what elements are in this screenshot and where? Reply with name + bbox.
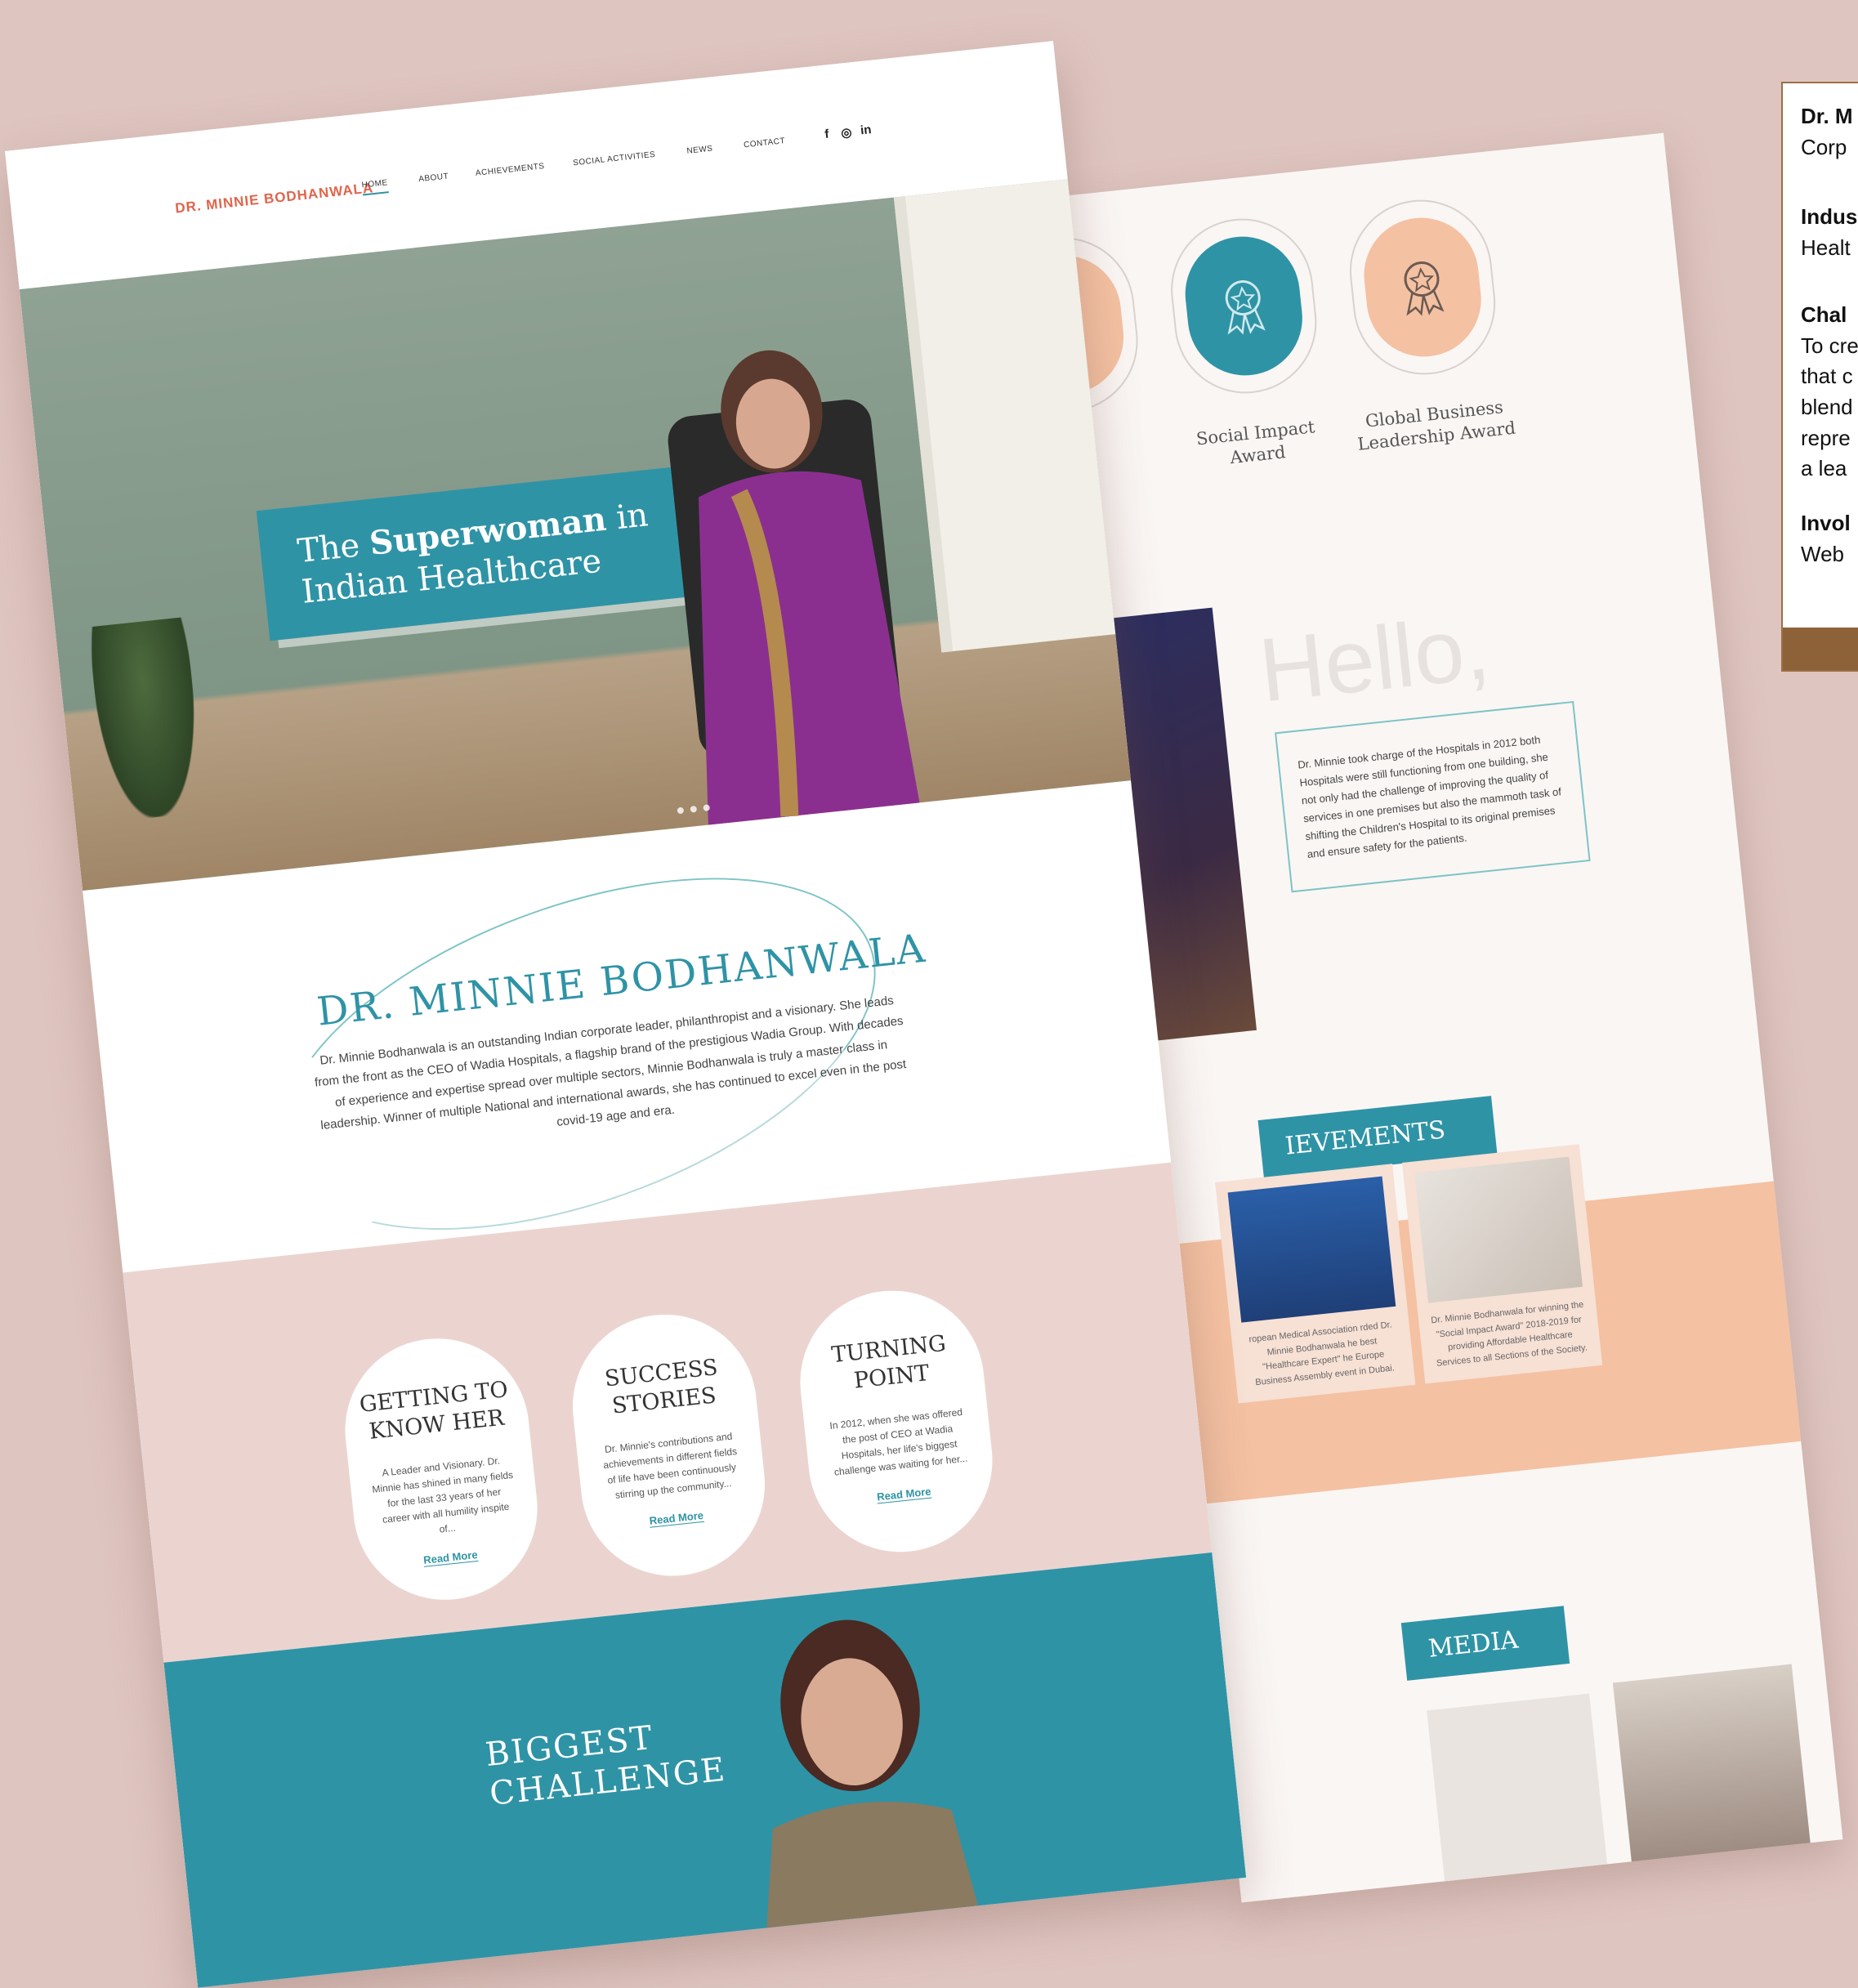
hero-title-text: The [295, 525, 372, 571]
facebook-icon[interactable]: f [824, 127, 829, 141]
info-challenge-line: that c [1801, 364, 1853, 389]
linkedin-icon[interactable]: in [860, 123, 872, 137]
nav-contact[interactable]: CONTACT [744, 136, 786, 150]
info-challenge-line: blend [1801, 395, 1853, 420]
info-involvement: Invol Web [1801, 508, 1851, 570]
award-ribbon-icon [1404, 261, 1445, 316]
info-challenge-label: Chal [1801, 302, 1847, 327]
media-photo[interactable] [1427, 1693, 1609, 1890]
card-text: Dr. Minnie's contributions and achieveme… [602, 1430, 738, 1501]
info-client: Dr. M Corp [1801, 101, 1853, 163]
card-title: SUCCESS STORIES [603, 1355, 719, 1419]
media-heading: MEDIA [1400, 1606, 1570, 1681]
info-challenge-line: a lea [1801, 456, 1847, 481]
forbes-cover-image [1227, 1176, 1396, 1323]
card-title: TURNING POINT [830, 1330, 948, 1394]
portrait-photo [668, 350, 920, 825]
info-challenge: Chal To cre that c blend repre a lea [1801, 300, 1858, 485]
read-more-link[interactable]: Read More [649, 1509, 704, 1528]
award-badge-social-impact [1163, 211, 1324, 401]
nav-about[interactable]: ABOUT [418, 172, 449, 184]
card-text: In 2012, when she was offered the post o… [829, 1405, 968, 1478]
achievement-card[interactable]: Dr. Minnie Bodhanwala for winning the "S… [1401, 1144, 1603, 1384]
nav-news[interactable]: NEWS [686, 144, 713, 155]
info-card-footer-bar [1783, 628, 1858, 670]
media-photo[interactable] [1612, 1664, 1811, 1870]
info-involvement-label: Invol [1801, 511, 1851, 535]
hello-heading: Hello, [1254, 596, 1494, 721]
read-more-link[interactable]: Read More [422, 1548, 479, 1568]
site-logo[interactable]: DR. MINNIE BODHANWALA [174, 180, 374, 217]
project-info-card: Dr. M Corp Indus Healt Chal To cre that … [1781, 82, 1858, 672]
award-ribbon-icon [1225, 280, 1266, 335]
info-challenge-line: repre [1801, 425, 1851, 450]
nav-home[interactable]: HOME [361, 178, 389, 196]
info-involvement-value: Web [1801, 541, 1844, 566]
front-page-mockup: DR. MINNIE BODHANWALA HOME ABOUT ACHIEVE… [5, 41, 1247, 1988]
info-industry: Indus Healt [1801, 202, 1857, 263]
award-label: Global Business Leadership Award [1356, 397, 1517, 455]
portrait-photo [766, 1619, 978, 1928]
info-client-role: Corp [1801, 134, 1847, 159]
read-more-link[interactable]: Read More [876, 1485, 932, 1504]
magazine-spread-image [1414, 1156, 1583, 1303]
info-industry-label: Indus [1801, 204, 1858, 229]
nav-achievements[interactable]: ACHIEVEMENTS [475, 162, 545, 178]
card-text: A Leader and Visionary. Dr. Minnie has s… [371, 1454, 514, 1535]
hello-text-box: Dr. Minnie took charge of the Hospitals … [1275, 700, 1591, 892]
info-industry-value: Healt [1801, 235, 1851, 260]
nav-social-activities[interactable]: SOCIAL ACTIVITIES [573, 150, 656, 168]
instagram-icon[interactable]: ◎ [840, 125, 852, 141]
info-challenge-line: To cre [1801, 333, 1858, 358]
award-label: Social Impact Award [1195, 417, 1316, 468]
card-title: GETTING TO KNOW HER [358, 1377, 510, 1445]
achievement-card[interactable]: ropean Medical Association rded Dr. Minn… [1215, 1164, 1416, 1404]
plant [87, 617, 206, 823]
award-badge-global-leadership [1342, 192, 1503, 382]
info-client-name: Dr. M [1801, 104, 1853, 128]
